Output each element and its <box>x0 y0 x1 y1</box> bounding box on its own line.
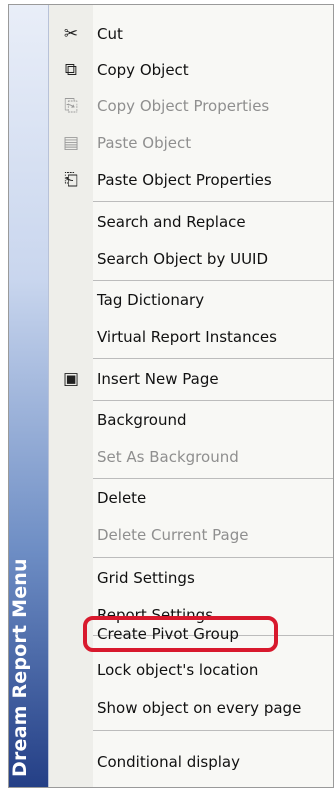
menu-item-label: Tag Dictionary <box>97 291 205 309</box>
menu-item-copy-object-properties[interactable]: ⎘ Copy Object Properties <box>49 89 333 123</box>
menu-separator <box>93 730 333 731</box>
menu-item-label: Lock object's location <box>97 661 259 679</box>
insert-page-icon: ▣ <box>62 369 80 389</box>
copy-properties-icon: ⎘ <box>64 96 78 116</box>
menu-item-insert-new-page[interactable]: ▣ Insert New Page <box>49 362 333 396</box>
menu-item-show-object-on-every-page[interactable]: Show object on every page <box>49 691 333 725</box>
menu-item-search-object-by-uuid[interactable]: Search Object by UUID <box>49 242 333 276</box>
highlight-annotation <box>83 616 278 652</box>
menu-item-label: Paste Object <box>97 134 192 152</box>
menu-separator <box>93 557 333 558</box>
menu-item-background[interactable]: Background <box>49 403 333 437</box>
menu-item-label: Search and Replace <box>97 213 246 231</box>
menu-item-tag-dictionary[interactable]: Tag Dictionary <box>49 283 333 317</box>
menu-item-label: Grid Settings <box>97 569 195 587</box>
menu-item-delete[interactable]: Delete <box>49 481 333 515</box>
menu-separator <box>93 400 333 401</box>
menu-item-label: Insert New Page <box>97 370 219 388</box>
menu-item-grid-settings[interactable]: Grid Settings <box>49 561 333 595</box>
menu-item-paste-object[interactable]: ▤ Paste Object <box>49 126 333 160</box>
menu-item-label: Cut <box>97 25 123 43</box>
menu-item-label: Search Object by UUID <box>97 250 269 268</box>
menu-item-lock-object-location[interactable]: Lock object's location <box>49 653 333 687</box>
menu-item-label: Paste Object Properties <box>97 171 272 189</box>
menu-separator <box>93 478 333 479</box>
menu-item-set-as-background[interactable]: Set As Background <box>49 440 333 474</box>
menu-item-virtual-report-instances[interactable]: Virtual Report Instances <box>49 320 333 354</box>
menu-item-label: Conditional display <box>97 753 240 771</box>
menu-item-cut[interactable]: ✂ Cut <box>49 17 333 51</box>
menu-separator <box>93 280 333 281</box>
menu-separator <box>93 201 333 202</box>
scissors-icon: ✂ <box>63 24 79 44</box>
copy-icon: ⧉ <box>64 60 78 80</box>
menu-item-label: Show object on every page <box>97 699 302 717</box>
menu-brand-strip: Dream Report Menu <box>9 5 49 787</box>
menu-brand-title: Dream Report Menu <box>9 558 31 777</box>
menu-item-label: Copy Object Properties <box>97 97 270 115</box>
menu-item-copy-object[interactable]: ⧉ Copy Object <box>49 53 333 87</box>
menu-item-label: Background <box>97 411 187 429</box>
paste-icon: ▤ <box>62 133 80 153</box>
context-menu: Dream Report Menu ✂ Cut ⧉ Copy Object ⎘ … <box>8 4 334 788</box>
menu-item-label: Set As Background <box>97 448 239 466</box>
menu-item-label: Delete <box>97 489 147 507</box>
menu-separator <box>93 358 333 359</box>
menu-item-delete-current-page[interactable]: Delete Current Page <box>49 518 333 552</box>
menu-item-label: Delete Current Page <box>97 526 249 544</box>
paste-properties-icon: ⎗ <box>64 170 78 190</box>
menu-item-search-and-replace[interactable]: Search and Replace <box>49 205 333 239</box>
menu-item-conditional-display[interactable]: Conditional display <box>49 745 333 779</box>
menu-item-label: Copy Object <box>97 61 189 79</box>
menu-item-paste-object-properties[interactable]: ⎗ Paste Object Properties <box>49 163 333 197</box>
menu-item-label: Virtual Report Instances <box>97 328 277 346</box>
